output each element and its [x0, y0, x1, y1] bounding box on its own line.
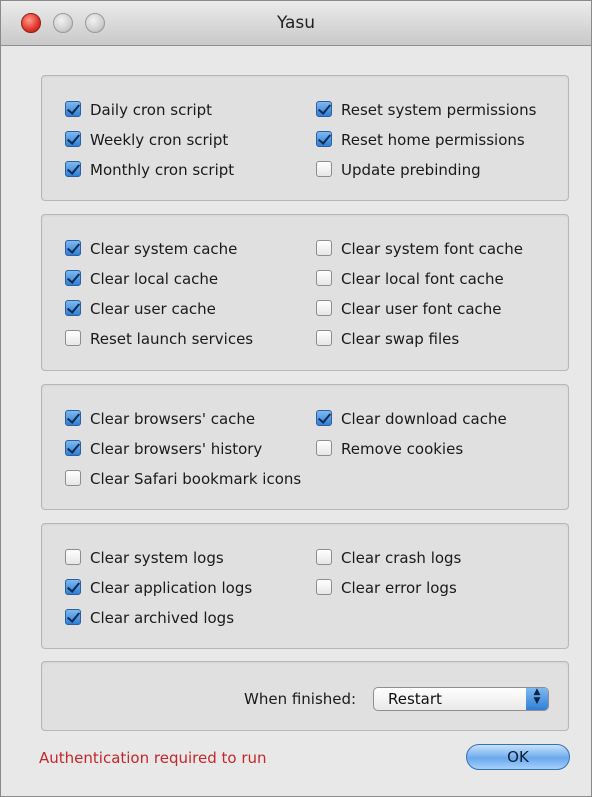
maintenance-group: Daily cron script Weekly cron script Mon… [41, 75, 569, 201]
checkbox-control[interactable] [65, 440, 81, 456]
checkbox-control[interactable] [65, 161, 81, 177]
checkbox-control[interactable] [316, 440, 332, 456]
checkbox-control[interactable] [316, 161, 332, 177]
checkbox-control[interactable] [316, 300, 332, 316]
checkbox-label: Daily cron script [90, 101, 213, 119]
checkbox-label: Clear system cache [90, 240, 238, 258]
checkbox-label: Clear local font cache [341, 270, 504, 288]
checkbox-control[interactable] [65, 240, 81, 256]
checkbox-label: Clear swap files [341, 330, 460, 348]
up-down-arrows-icon: ▲ ▼ [526, 688, 548, 710]
authentication-status: Authentication required to run [39, 749, 267, 767]
checkbox-control[interactable] [316, 579, 332, 595]
checkbox-label: Clear application logs [90, 579, 253, 597]
checkbox-label: Reset home permissions [341, 131, 525, 149]
checkbox-control[interactable] [316, 410, 332, 426]
checkbox-control[interactable] [316, 270, 332, 286]
checkbox-control[interactable] [65, 101, 81, 117]
checkbox-label: Update prebinding [341, 161, 481, 179]
checkbox-label: Clear error logs [341, 579, 457, 597]
checkbox-control[interactable] [65, 330, 81, 346]
checkbox-control[interactable] [316, 330, 332, 346]
title-bar[interactable]: Yasu [1, 1, 591, 46]
checkbox-label: Clear system font cache [341, 240, 524, 258]
checkbox-control[interactable] [65, 410, 81, 426]
checkbox-control[interactable] [65, 609, 81, 625]
checkbox-label: Monthly cron script [90, 161, 235, 179]
checkbox-label: Clear local cache [90, 270, 219, 288]
checkbox-control[interactable] [316, 131, 332, 147]
checkbox-label: Clear browsers' cache [90, 410, 256, 428]
when-finished-label: When finished: [244, 690, 357, 708]
yasu-window: Yasu Daily cron script Weekly cron scrip… [0, 0, 592, 797]
checkbox-label: Clear user cache [90, 300, 216, 318]
checkbox-label: Remove cookies [341, 440, 464, 458]
checkbox-control[interactable] [316, 549, 332, 565]
checkbox-control[interactable] [65, 549, 81, 565]
checkbox-control[interactable] [65, 300, 81, 316]
checkbox-label: Clear browsers' history [90, 440, 263, 458]
checkbox-label: Clear download cache [341, 410, 507, 428]
checkbox-control[interactable] [316, 101, 332, 117]
cache-group: Clear system cache Clear local cache Cle… [41, 214, 569, 371]
checkbox-label: Clear archived logs [90, 609, 235, 627]
checkbox-control[interactable] [316, 240, 332, 256]
checkbox-label: Weekly cron script [90, 131, 229, 149]
when-finished-select[interactable]: Restart ▲ ▼ [373, 687, 549, 711]
checkbox-label: Reset launch services [90, 330, 254, 348]
checkbox-control[interactable] [65, 131, 81, 147]
checkbox-control[interactable] [65, 579, 81, 595]
checkbox-control[interactable] [65, 270, 81, 286]
checkbox-label: Clear system logs [90, 549, 224, 567]
checkbox-label: Reset system permissions [341, 101, 537, 119]
logs-group: Clear system logs Clear application logs… [41, 523, 569, 649]
checkbox-control[interactable] [65, 470, 81, 486]
browser-group: Clear browsers' cache Clear browsers' hi… [41, 384, 569, 510]
window-title: Yasu [276, 13, 316, 33]
selected-option: Restart [388, 690, 442, 708]
ok-button[interactable]: OK [466, 744, 570, 770]
checkbox-label: Clear user font cache [341, 300, 502, 318]
checkbox-label: Clear crash logs [341, 549, 462, 567]
checkbox-label: Clear Safari bookmark icons [90, 470, 302, 488]
